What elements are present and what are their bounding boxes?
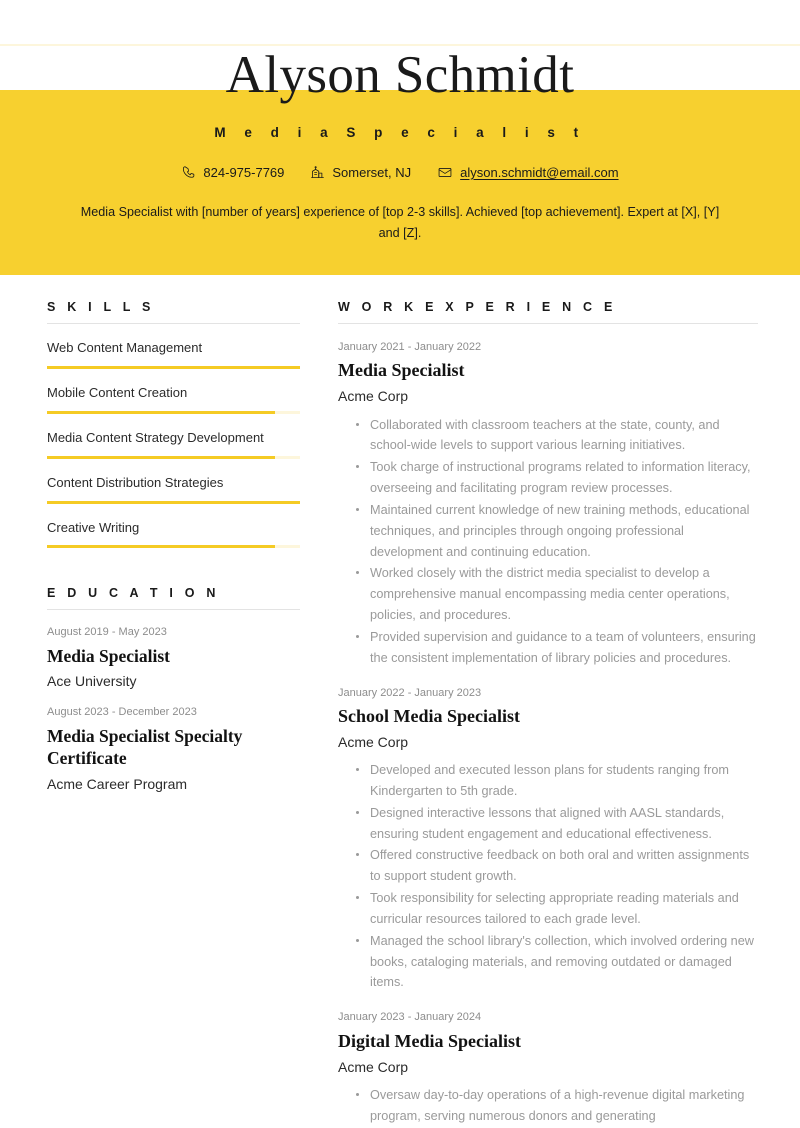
- education-section: E D U C A T I O N August 2019 - May 2023…: [47, 586, 300, 792]
- education-entry: August 2019 - May 2023 Media Specialist Ac…: [47, 610, 300, 690]
- skill-level-track: [47, 500, 300, 504]
- skills-section: S K I L L S Web Content Management Mobile…: [47, 300, 300, 549]
- work-experience-section: W O R K E X P E R I E N C E January 2021…: [338, 300, 758, 1127]
- job-bullet: Designed interactive lessons that aligne…: [356, 803, 758, 845]
- skill-level-fill: [47, 455, 275, 459]
- candidate-name: Alyson Schmidt: [225, 46, 575, 104]
- skill-item: Web Content Management: [47, 324, 300, 369]
- education-entry-org: Acme Career Program: [47, 775, 188, 792]
- location-text: Somerset, NJ: [332, 165, 412, 181]
- job-entry: January 2021 - January 2022 Media Special…: [338, 324, 758, 669]
- job-bullet-list: Developed and executed lesson plans for …: [338, 760, 758, 993]
- email-text: alyson.schmidt@email.com: [460, 165, 619, 181]
- job-entry: January 2023 - January 2024 Digital Media…: [338, 994, 758, 1126]
- skill-label: Web Content Management: [47, 340, 203, 355]
- skill-item: Content Distribution Strategies: [47, 459, 300, 504]
- skill-item: Mobile Content Creation: [47, 369, 300, 414]
- right-column: W O R K E X P E R I E N C E January 2021…: [338, 300, 758, 1128]
- skill-label: Content Distribution Strategies: [47, 474, 224, 490]
- job-bullet-list: Collaborated with classroom teachers at …: [338, 415, 758, 669]
- job-entry-date: January 2022 - January 2023: [338, 686, 482, 699]
- skill-level-fill: [47, 500, 300, 504]
- skill-label: Media Content Strategy Development: [47, 429, 264, 445]
- job-bullet: Worked closely with the district media s…: [356, 563, 758, 625]
- location-building-icon: [310, 165, 325, 180]
- candidate-job-title: M e d i a S p e c i a l i s t: [214, 125, 586, 141]
- education-entry-org: Ace University: [47, 673, 137, 690]
- education-list: August 2019 - May 2023 Media Specialist Ac…: [47, 610, 300, 792]
- resume-header: Alyson Schmidt M e d i a S p e c i a l i…: [0, 0, 800, 243]
- job-entry-org: Acme Corp: [338, 733, 409, 750]
- skill-level-track: [47, 455, 300, 459]
- skill-level-track: [47, 410, 300, 414]
- skill-label: Creative Writing: [47, 519, 140, 535]
- job-entry-title: Digital Media Specialist: [338, 1030, 521, 1051]
- education-entry-date: August 2019 - May 2023: [47, 626, 167, 639]
- job-entry-title: School Media Specialist: [338, 705, 521, 726]
- skill-level-fill: [47, 410, 275, 414]
- job-entry-org: Acme Corp: [338, 1058, 409, 1075]
- skill-label: Mobile Content Creation: [47, 384, 188, 400]
- skills-section-title: S K I L L S: [47, 300, 155, 314]
- skill-level-fill: [47, 545, 275, 549]
- contact-location: Somerset, NJ: [310, 165, 411, 180]
- education-entry-title: Media Specialist: [47, 645, 170, 666]
- job-entry-org: Acme Corp: [338, 388, 409, 405]
- professional-summary: Media Specialist with [number of years] …: [80, 205, 720, 240]
- job-bullet: Offered constructive feedback on both or…: [356, 845, 758, 887]
- education-entry-date: August 2023 - December 2023: [47, 706, 197, 719]
- phone-text: 824-975-7769: [203, 165, 285, 181]
- skill-item: Media Content Strategy Development: [47, 414, 300, 459]
- education-entry-title: Media Specialist Specialty Certificate: [47, 725, 243, 769]
- contact-phone[interactable]: 824-975-7769: [181, 165, 284, 180]
- job-bullet: Collaborated with classroom teachers at …: [356, 415, 758, 457]
- job-entry-date: January 2021 - January 2022: [338, 341, 482, 353]
- job-entry: January 2022 - January 2023 School Media …: [338, 670, 758, 994]
- skill-item: Creative Writing: [47, 504, 300, 549]
- phone-icon: [181, 165, 196, 180]
- job-bullet: Developed and executed lesson plans for …: [356, 760, 758, 802]
- job-entry-date: January 2023 - January 2024: [338, 1011, 482, 1024]
- left-column: S K I L L S Web Content Management Mobile…: [0, 300, 300, 793]
- jobs-list: January 2021 - January 2022 Media Special…: [338, 324, 758, 1127]
- contact-row: 824-975-7769 Somerset, NJ alyson.schmidt…: [0, 140, 800, 180]
- envelope-icon: [437, 165, 453, 180]
- work-experience-section-title: W O R K E X P E R I E N C E: [338, 300, 617, 314]
- education-section-title: E D U C A T I O N: [47, 586, 220, 601]
- job-bullet: Managed the school library's collection,…: [356, 931, 758, 993]
- contact-email[interactable]: alyson.schmidt@email.com: [437, 165, 619, 181]
- job-bullet-list: Oversaw day-to-day operations of a high-…: [338, 1085, 758, 1127]
- skills-list: Web Content Management Mobile Content Cre…: [47, 324, 300, 549]
- job-bullet: Oversaw day-to-day operations of a high-…: [356, 1085, 758, 1127]
- job-bullet: Provided supervision and guidance to a t…: [356, 627, 758, 669]
- skill-level-track: [47, 365, 300, 369]
- job-entry-title: Media Specialist: [338, 360, 465, 381]
- education-entry: August 2023 - December 2023 Media Special…: [47, 690, 300, 792]
- job-bullet: Took charge of instructional programs re…: [356, 457, 758, 499]
- job-bullet: Took responsibility for selecting approp…: [356, 888, 758, 930]
- resume-body: S K I L L S Web Content Management Mobile…: [0, 300, 800, 1128]
- skill-level-fill: [47, 365, 300, 369]
- job-bullet: Maintained current knowledge of new trai…: [356, 500, 758, 562]
- skill-level-track: [47, 545, 300, 549]
